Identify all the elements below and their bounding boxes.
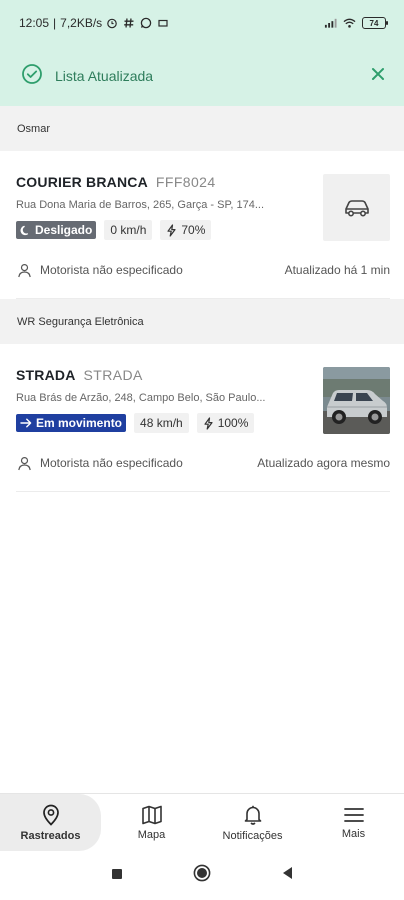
vehicle-card[interactable]: STRADA STRADA Rua Brás de Arzão, 248, Ca… bbox=[0, 344, 404, 492]
vehicle-address: Rua Dona Maria de Barros, 265, Garça - S… bbox=[16, 199, 265, 211]
battery-badge: 70% bbox=[160, 220, 212, 240]
status-bar: 12:05 | 7,2KB/s 74 bbox=[0, 0, 404, 46]
banner-left: Lista Atualizada bbox=[21, 63, 153, 90]
vehicle-name: COURIER BRANCA bbox=[16, 174, 148, 190]
vehicle-info: STRADA STRADA Rua Brás de Arzão, 248, Ca… bbox=[16, 367, 312, 434]
driver-label: Motorista não especificado bbox=[40, 456, 183, 470]
vehicle-name: STRADA bbox=[16, 367, 76, 383]
status-left: 12:05 | 7,2KB/s bbox=[19, 16, 170, 30]
updated-label: Atualizado há 1 min bbox=[284, 263, 390, 277]
wifi-icon bbox=[343, 17, 356, 30]
group-header: Osmar bbox=[0, 106, 404, 151]
nav-label: Mapa bbox=[137, 828, 166, 841]
nav-label: Notificações bbox=[222, 829, 283, 842]
driver-info: Motorista não especificado bbox=[16, 456, 183, 471]
map-icon bbox=[141, 805, 162, 824]
battery-badge-label: 70% bbox=[181, 223, 206, 237]
hashtag-icon bbox=[123, 17, 136, 30]
divider bbox=[16, 298, 390, 299]
vehicle-badges: Em movimento 48 km/h 100% bbox=[16, 413, 312, 433]
vehicle-badges: Desligado 0 km/h 70% bbox=[16, 220, 312, 240]
alarm-icon bbox=[106, 17, 119, 30]
speed-badge: 0 km/h bbox=[104, 220, 153, 240]
system-nav-bar bbox=[0, 851, 404, 900]
bottom-nav: Rastreados Mapa Notificações Mais bbox=[0, 793, 404, 851]
status-right: 74 bbox=[324, 17, 388, 30]
status-badge: Em movimento bbox=[16, 414, 127, 432]
person-icon bbox=[18, 263, 31, 277]
status-separator: | bbox=[53, 16, 57, 30]
vehicle-thumbnail bbox=[323, 174, 390, 241]
battery-icon: 74 bbox=[362, 17, 388, 29]
group-header: WR Segurança Eletrônica bbox=[0, 299, 404, 344]
vehicle-info: COURIER BRANCA FFF8024 Rua Dona Maria de… bbox=[16, 174, 312, 241]
vehicle-card-top: COURIER BRANCA FFF8024 Rua Dona Maria de… bbox=[16, 174, 390, 241]
nav-item-notificacoes[interactable]: Notificações bbox=[202, 794, 303, 851]
whatsapp-icon bbox=[140, 17, 153, 30]
status-network-speed: 7,2KB/s bbox=[60, 16, 103, 30]
banner-message: Lista Atualizada bbox=[55, 68, 154, 84]
updated-label: Atualizado agora mesmo bbox=[257, 456, 390, 470]
nav-item-mais[interactable]: Mais bbox=[303, 794, 404, 851]
vehicle-photo bbox=[323, 367, 390, 434]
mail-icon bbox=[157, 17, 170, 30]
vehicle-plate: FFF8024 bbox=[155, 174, 216, 190]
arrow-right-icon bbox=[20, 418, 32, 428]
speed-badge: 48 km/h bbox=[134, 413, 189, 433]
battery-badge-label: 100% bbox=[217, 416, 249, 430]
close-icon[interactable] bbox=[370, 66, 386, 87]
vehicle-card-top: STRADA STRADA Rua Brás de Arzão, 248, Ca… bbox=[16, 367, 390, 434]
moon-icon bbox=[20, 225, 29, 235]
bolt-icon bbox=[204, 416, 213, 430]
vehicle-footer: Motorista não especificado Atualizado há… bbox=[16, 256, 390, 284]
nav-item-rastreados[interactable]: Rastreados bbox=[0, 794, 101, 851]
divider bbox=[16, 491, 390, 492]
top-area: 12:05 | 7,2KB/s 74 Lista Atualizada bbox=[0, 0, 404, 106]
back-icon[interactable] bbox=[281, 866, 293, 885]
nav-label: Mais bbox=[341, 827, 366, 840]
vehicle-address: Rua Brás de Arzão, 248, Campo Belo, São … bbox=[16, 392, 266, 404]
recent-apps-icon[interactable] bbox=[111, 867, 123, 885]
vehicle-card[interactable]: COURIER BRANCA FFF8024 Rua Dona Maria de… bbox=[0, 151, 404, 299]
vehicle-name-row: COURIER BRANCA FFF8024 bbox=[16, 174, 312, 190]
vehicle-footer: Motorista não especificado Atualizado ag… bbox=[16, 449, 390, 477]
status-badge-label: Desligado bbox=[35, 223, 93, 237]
nav-item-mapa[interactable]: Mapa bbox=[101, 794, 202, 851]
location-pin-icon bbox=[42, 804, 59, 826]
vehicle-plate: STRADA bbox=[83, 367, 143, 383]
person-icon bbox=[18, 456, 31, 470]
signal-icon bbox=[324, 17, 337, 30]
home-icon[interactable] bbox=[193, 864, 211, 887]
driver-label: Motorista não especificado bbox=[40, 263, 183, 277]
car-outline-icon bbox=[344, 199, 369, 217]
battery-badge: 100% bbox=[196, 413, 255, 433]
driver-info: Motorista não especificado bbox=[16, 263, 183, 278]
status-badge-label: Em movimento bbox=[36, 416, 123, 430]
status-badge: Desligado bbox=[16, 221, 97, 239]
vehicle-photo-image bbox=[323, 367, 390, 434]
status-time: 12:05 bbox=[19, 16, 50, 30]
bolt-icon bbox=[167, 223, 176, 237]
check-circle-icon bbox=[21, 63, 43, 90]
menu-icon bbox=[343, 807, 364, 822]
update-banner: Lista Atualizada bbox=[0, 46, 404, 106]
vehicle-name-row: STRADA STRADA bbox=[16, 367, 312, 383]
bell-icon bbox=[244, 805, 261, 825]
nav-label: Rastreados bbox=[20, 829, 81, 842]
